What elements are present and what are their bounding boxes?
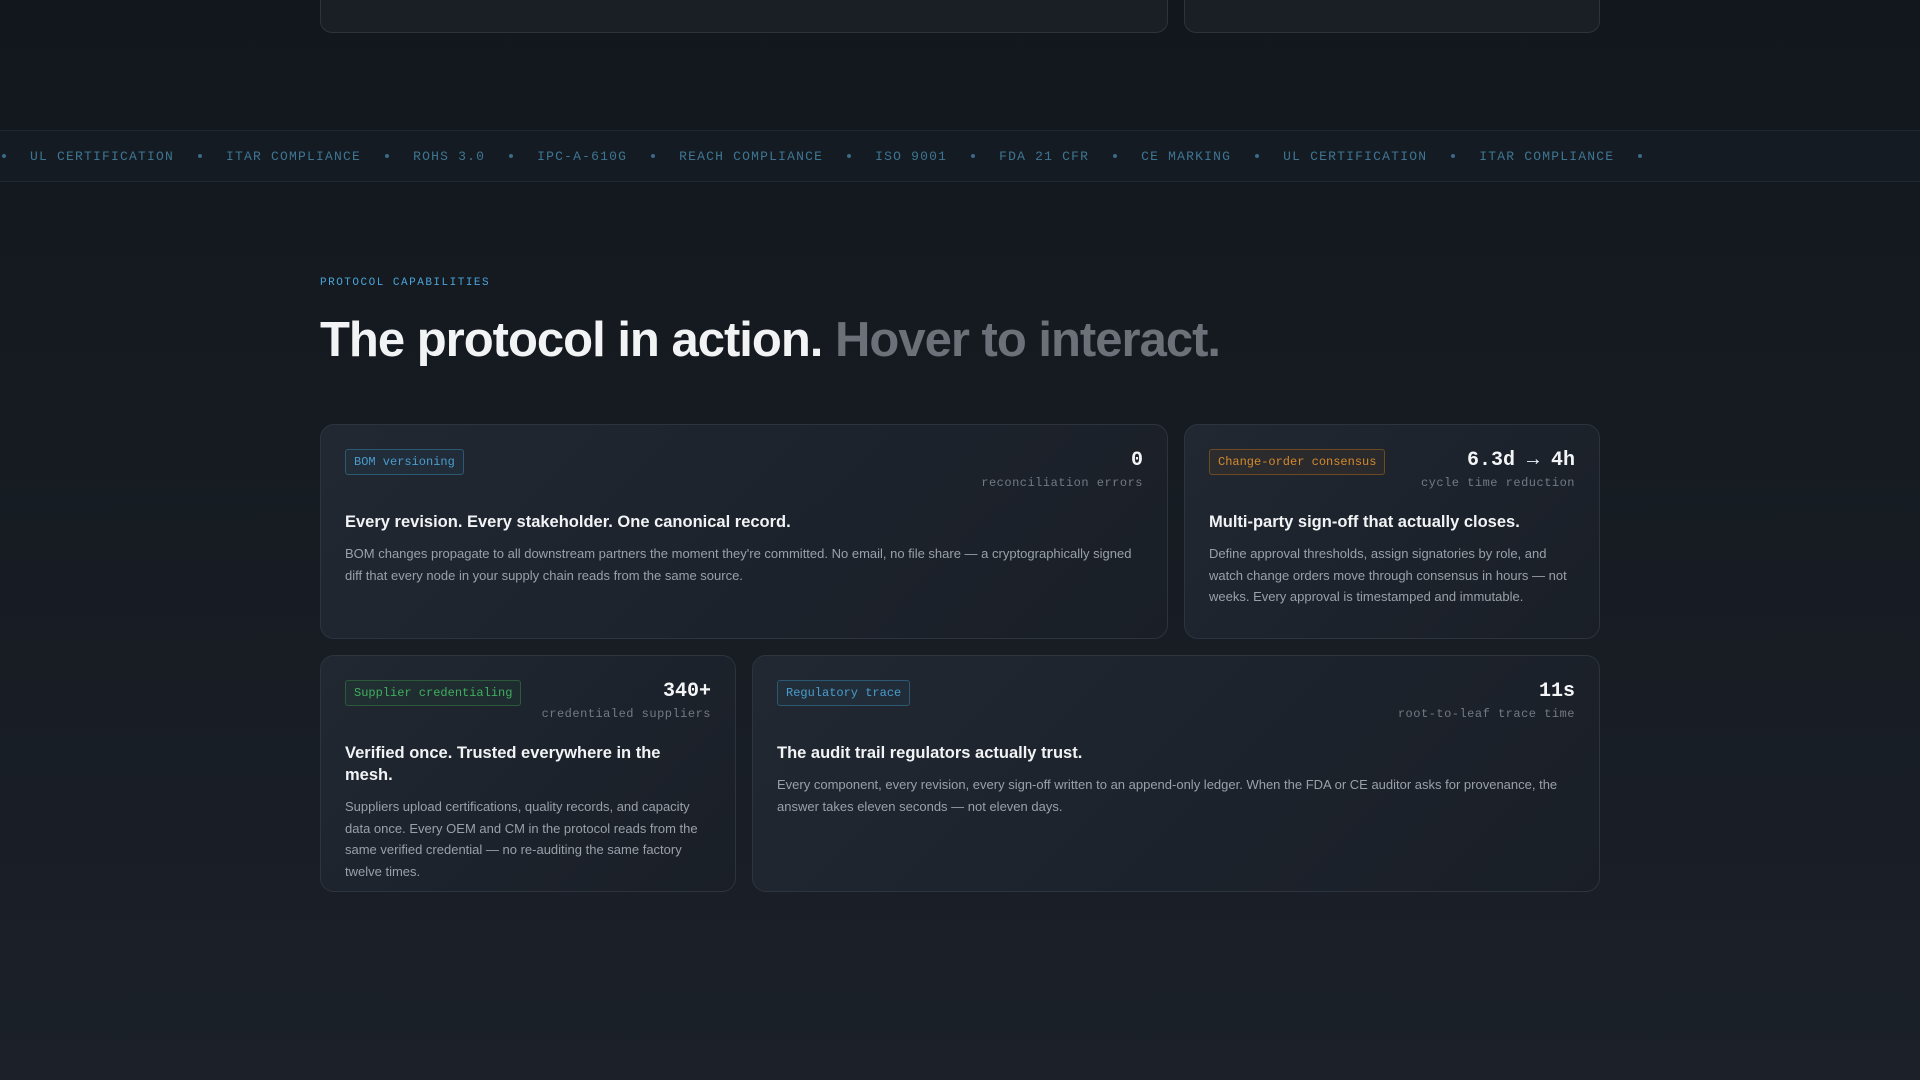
ticker-item: UL CERTIFICATION xyxy=(1283,149,1479,164)
ticker-separator-icon xyxy=(198,154,203,158)
ticker-separator-icon xyxy=(1113,154,1118,158)
card-header: Supplier credentialing 340+ credentialed… xyxy=(345,680,711,732)
card-metric: 11s root-to-leaf trace time xyxy=(1398,680,1575,721)
headline-lead: The protocol in action. xyxy=(320,313,823,367)
card-title: Every revision. Every stakeholder. One c… xyxy=(345,513,791,531)
section-eyebrow: PROTOCOL CAPABILITIES xyxy=(320,277,491,289)
card-title: Multi-party sign-off that actually close… xyxy=(1209,513,1520,531)
metric-value: 0 xyxy=(1130,449,1143,472)
metric-value: 6.3d → 4h xyxy=(1466,449,1575,472)
ticker-item: ITAR COMPLIANCE xyxy=(226,149,413,164)
metric-value: 11s xyxy=(1538,680,1575,703)
ticker-separator-icon xyxy=(1638,154,1643,158)
card-title: Verified once. Trusted everywhere in the… xyxy=(345,744,661,784)
metric-label: root-to-leaf trace time xyxy=(1397,707,1575,721)
ticker-item: ITAR COMPLIANCE xyxy=(1479,149,1666,164)
feature-tag: Supplier credentialing xyxy=(345,680,522,706)
card-header: BOM versioning 0 reconciliation errors xyxy=(345,449,1143,501)
ticker-separator-icon xyxy=(1255,154,1260,158)
card-title: The audit trail regulators actually trus… xyxy=(777,744,1083,762)
feature-card-supplier-credentialing[interactable]: Supplier credentialing 340+ credentialed… xyxy=(320,655,736,892)
feature-card-bom-versioning[interactable]: BOM versioning 0 reconciliation errors E… xyxy=(320,424,1168,639)
feature-card-regulatory-trace[interactable]: Regulatory trace 11s root-to-leaf trace … xyxy=(752,655,1600,892)
feature-tag: Regulatory trace xyxy=(777,680,911,706)
ticker-item: IPC-A-610G xyxy=(537,149,679,164)
card-description: Suppliers upload certifications, quality… xyxy=(345,799,698,879)
metric-label: reconciliation errors xyxy=(981,476,1143,490)
ticker-separator-icon xyxy=(2,154,6,158)
card-metric: 6.3d → 4h cycle time reduction xyxy=(1421,449,1575,490)
metric-label: credentialed suppliers xyxy=(541,707,711,721)
card-description: Every component, every revision, every s… xyxy=(777,777,1558,814)
ticker-item: CE MARKING xyxy=(1141,149,1283,164)
feature-card-change-order-consensus[interactable]: Change-order consensus 6.3d → 4h cycle t… xyxy=(1184,424,1600,639)
metric-value: 340+ xyxy=(662,680,711,703)
ticker-separator-icon xyxy=(509,154,514,158)
ticker-track: UL CERTIFICATION ITAR COMPLIANCE ROHS 3.… xyxy=(0,131,1666,181)
ticker-item: ISO 9001 xyxy=(875,149,999,164)
ticker-item: REACH COMPLIANCE xyxy=(679,149,875,164)
card-header: Regulatory trace 11s root-to-leaf trace … xyxy=(777,680,1575,732)
ticker-item: ROHS 3.0 xyxy=(413,149,537,164)
feature-tag: BOM versioning xyxy=(345,449,464,475)
ticker-separator-icon xyxy=(651,154,656,158)
previous-card-right xyxy=(1184,0,1600,33)
headline-hint: Hover to interact. xyxy=(835,313,1221,367)
card-description: Define approval thresholds, assign signa… xyxy=(1209,546,1567,604)
ticker-separator-icon xyxy=(847,154,852,158)
ticker-separator-icon xyxy=(971,154,976,158)
ticker-separator-icon xyxy=(385,154,390,158)
card-header: Change-order consensus 6.3d → 4h cycle t… xyxy=(1209,449,1575,501)
card-description: BOM changes propagate to all downstream … xyxy=(345,546,1132,583)
previous-card-left xyxy=(320,0,1168,33)
ticker-separator-icon xyxy=(1451,154,1456,158)
feature-tag: Change-order consensus xyxy=(1209,449,1386,475)
card-metric: 0 reconciliation errors xyxy=(981,449,1143,490)
section-headline: The protocol in action. Hover to interac… xyxy=(320,310,1221,370)
metric-label: cycle time reduction xyxy=(1420,476,1575,490)
ticker-item: UL CERTIFICATION xyxy=(30,149,226,164)
card-metric: 340+ credentialed suppliers xyxy=(542,680,711,721)
ticker-item: FDA 21 CFR xyxy=(999,149,1141,164)
compliance-ticker: UL CERTIFICATION ITAR COMPLIANCE ROHS 3.… xyxy=(0,130,1920,182)
